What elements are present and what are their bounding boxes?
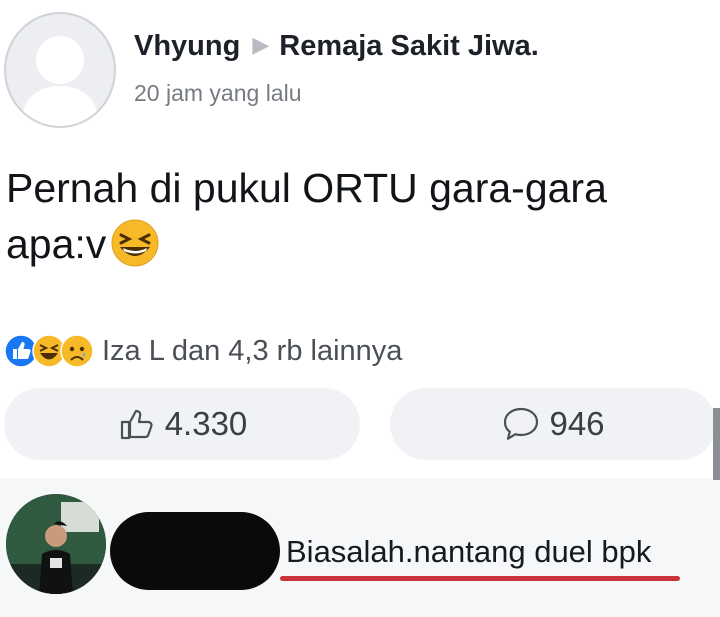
comment-text: Biasalah.nantang duel bpk	[286, 534, 652, 569]
redacted-commenter-name	[110, 512, 280, 590]
like-count: 4.330	[164, 405, 248, 442]
caret-right-icon: ▶	[252, 32, 270, 57]
comment-count: 946	[549, 405, 605, 442]
thumbs-up-icon	[120, 409, 153, 440]
sad-reaction-icon	[60, 334, 94, 368]
post-text: Pernah di pukul ORTU gara-gara apa:v	[6, 165, 607, 267]
commenter-photo-icon	[6, 494, 106, 594]
post-body: Pernah di pukul ORTU gara-gara apa:v	[6, 160, 706, 282]
post-card: Vhyung ▶ Remaja Sakit Jiwa. 20 jam yang la…	[0, 0, 720, 478]
comment-button[interactable]: 946	[390, 388, 716, 460]
group-name[interactable]: Remaja Sakit Jiwa.	[279, 30, 539, 62]
default-person-icon	[20, 36, 100, 126]
grinning-squinting-face-icon	[110, 218, 160, 282]
comment-bubble-icon	[504, 407, 539, 440]
red-underline	[280, 576, 680, 581]
author-name[interactable]: Vhyung	[134, 30, 240, 62]
author-avatar[interactable]	[4, 12, 116, 128]
reactions-count: Iza L dan 4,3 rb lainnya	[102, 334, 403, 367]
post-header: Vhyung ▶ Remaja Sakit Jiwa.	[134, 30, 539, 63]
commenter-avatar[interactable]	[6, 494, 106, 594]
reactions-summary[interactable]: Iza L dan 4,3 rb lainnya	[4, 330, 402, 372]
comment: Biasalah.nantang duel bpk	[0, 480, 720, 617]
post-timestamp[interactable]: 20 jam yang lalu	[134, 80, 302, 107]
like-button[interactable]: 4.330	[4, 388, 360, 460]
